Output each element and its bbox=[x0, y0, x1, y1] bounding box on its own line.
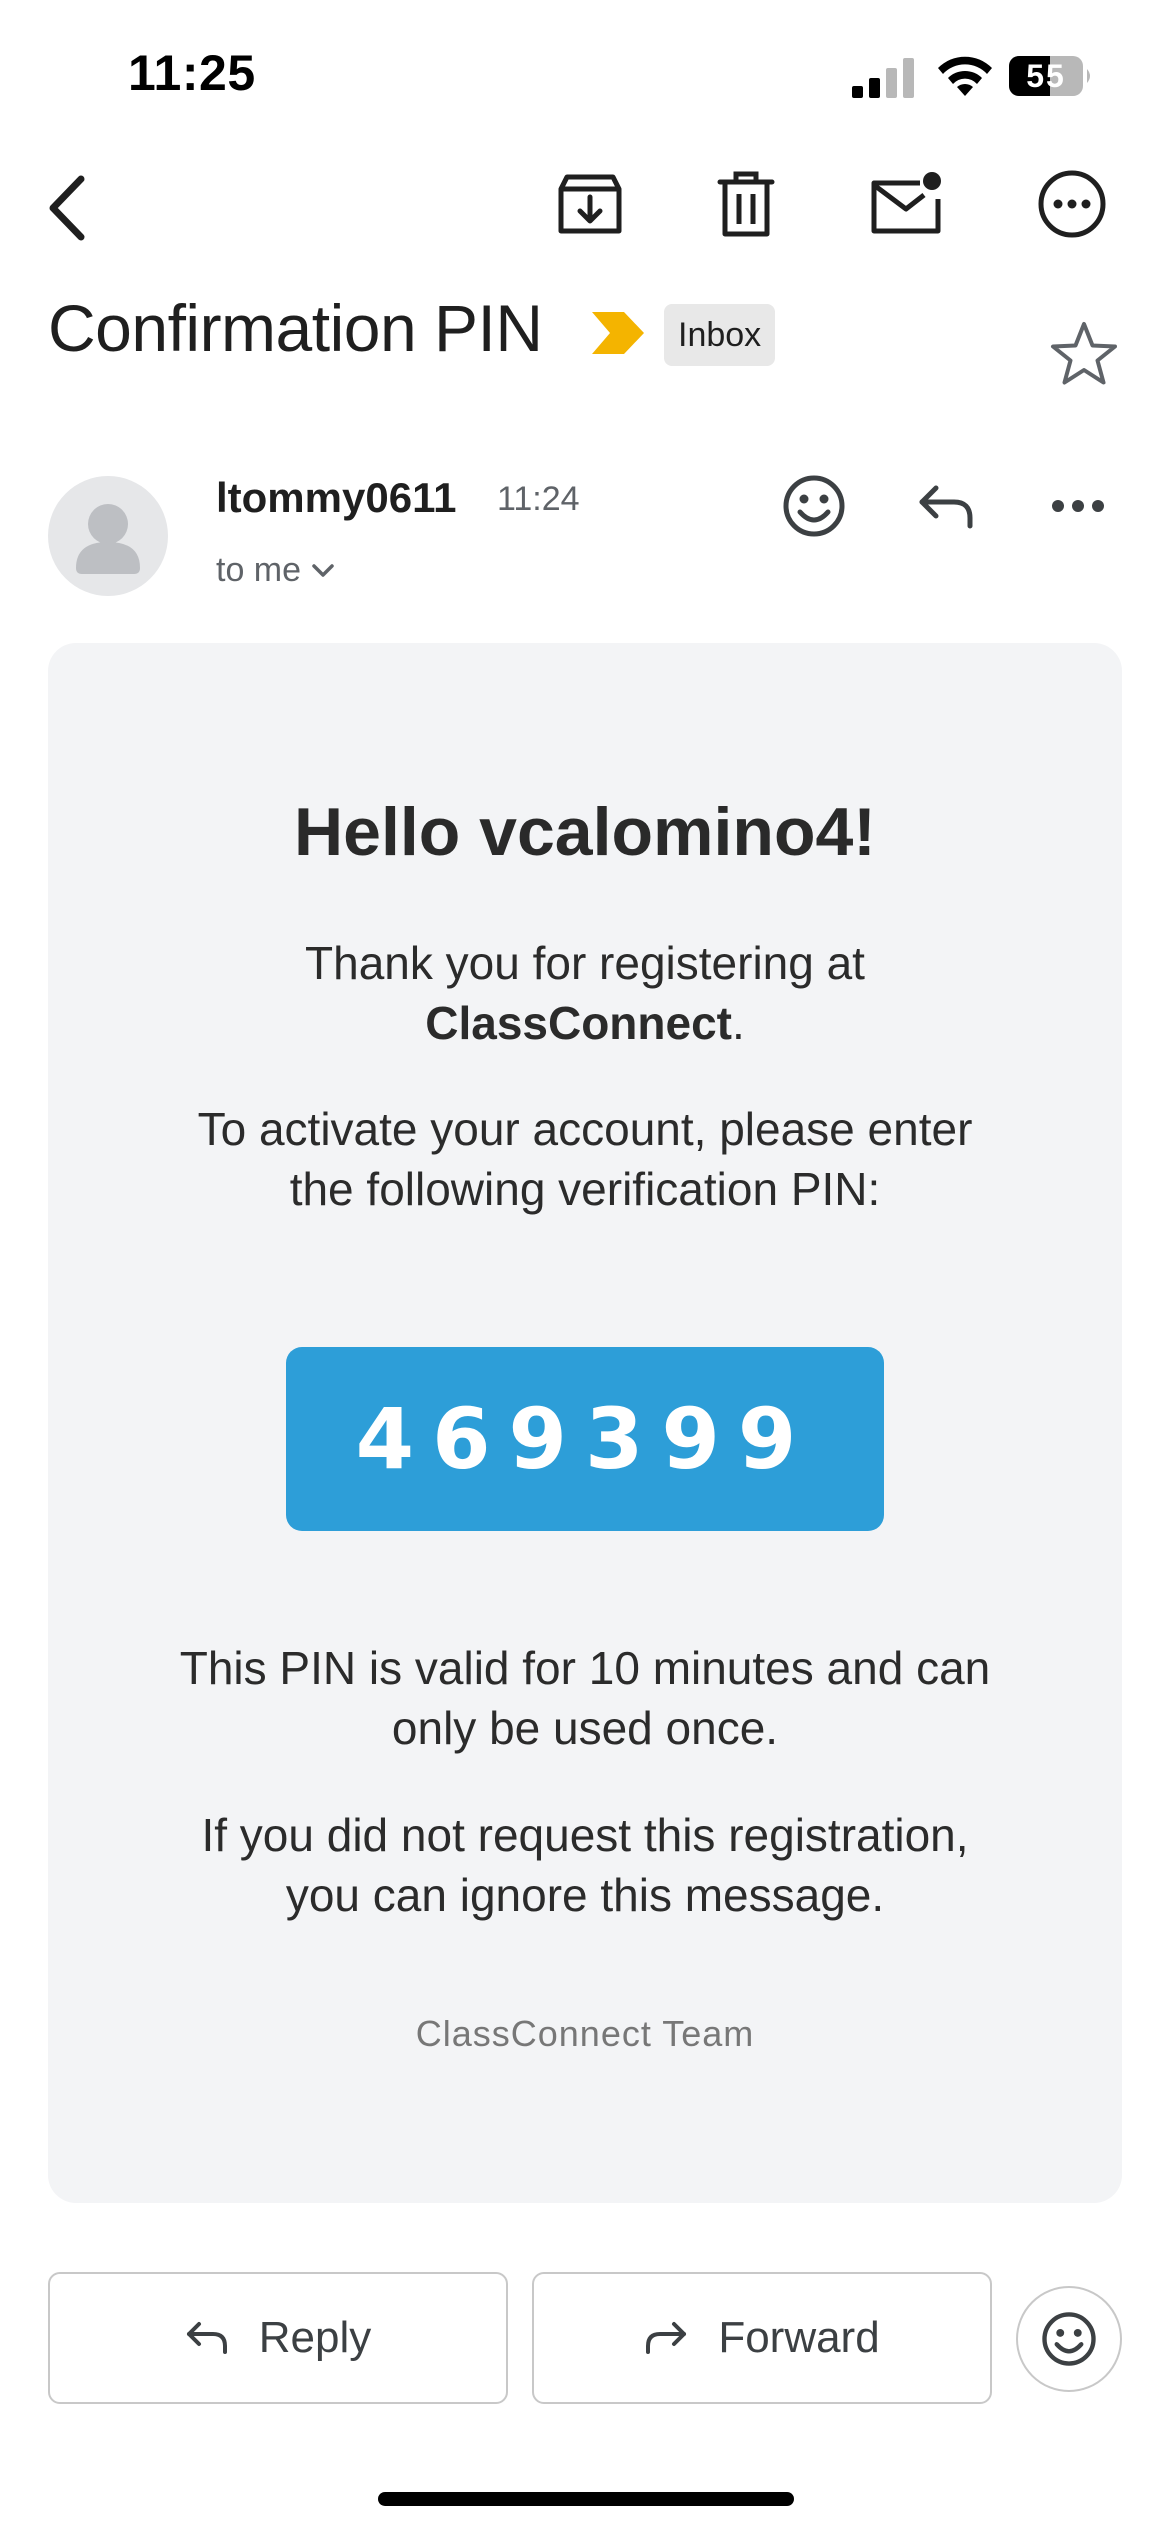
reply-icon bbox=[919, 485, 973, 529]
message-more-button[interactable] bbox=[1038, 466, 1118, 546]
brand-line: ClassConnect. bbox=[48, 993, 1122, 1053]
greeting-heading: Hello vcalomino4! bbox=[294, 794, 876, 870]
email-signature: ClassConnect Team bbox=[415, 2013, 755, 2054]
home-indicator[interactable] bbox=[378, 2492, 794, 2506]
ignore-line-2: you can ignore this message. bbox=[285, 1869, 885, 1921]
validity-line-1: This PIN is valid for 10 minutes and can bbox=[179, 1642, 991, 1694]
validity-paragraph: This PIN is valid for 10 minutes and can… bbox=[48, 1638, 1122, 1758]
verification-pin-box: 469399 bbox=[286, 1347, 884, 1531]
emoji-reaction-button[interactable] bbox=[1016, 2286, 1122, 2392]
back-arrow-icon bbox=[49, 175, 85, 241]
smiley-icon bbox=[1042, 2312, 1096, 2366]
archive-button[interactable] bbox=[550, 164, 630, 244]
star-icon[interactable] bbox=[1048, 318, 1120, 390]
reply-button[interactable]: Reply bbox=[48, 2272, 508, 2404]
forward-icon bbox=[646, 2322, 687, 2354]
recipient-details[interactable]: to me bbox=[216, 551, 335, 590]
sent-time: 11:24 bbox=[497, 480, 580, 518]
brand-name: ClassConnect bbox=[425, 997, 732, 1049]
sender-name[interactable]: ltommy0611 bbox=[216, 474, 456, 522]
thanks-paragraph: Thank you for registering at ClassConnec… bbox=[48, 933, 1122, 1053]
verification-pin: 469399 bbox=[355, 1390, 815, 1488]
more-options-button[interactable] bbox=[1032, 164, 1112, 244]
avatar-icon bbox=[76, 504, 140, 574]
reply-quick-button[interactable] bbox=[906, 466, 986, 546]
smiley-icon bbox=[783, 475, 845, 537]
email-body-card: Hello vcalomino4! Thank you for register… bbox=[48, 643, 1122, 2203]
forward-label: Forward bbox=[718, 2313, 880, 2362]
more-horizontal-icon bbox=[1052, 500, 1104, 512]
importance-icon[interactable] bbox=[590, 310, 646, 356]
mail-unread-icon bbox=[871, 172, 941, 234]
battery-icon: 55 bbox=[1008, 55, 1094, 97]
activate-line-1: To activate your account, please enter bbox=[197, 1103, 973, 1155]
recipient-label: to me bbox=[216, 551, 302, 589]
cellular-signal-icon bbox=[852, 58, 914, 98]
chevron-down-icon bbox=[312, 563, 334, 577]
ignore-paragraph: If you did not request this registration… bbox=[48, 1805, 1122, 1925]
inbox-label-chip[interactable]: Inbox bbox=[664, 304, 776, 366]
activate-paragraph: To activate your account, please enter t… bbox=[48, 1099, 1122, 1219]
trash-icon bbox=[717, 171, 775, 237]
react-emoji-button[interactable] bbox=[774, 466, 854, 546]
forward-button[interactable]: Forward bbox=[532, 2272, 992, 2404]
delete-button[interactable] bbox=[706, 164, 786, 244]
reply-icon bbox=[186, 2322, 227, 2354]
back-button[interactable] bbox=[28, 168, 108, 248]
sender-avatar[interactable] bbox=[48, 476, 168, 596]
brand-suffix: . bbox=[731, 997, 745, 1049]
more-circle-icon bbox=[1038, 170, 1106, 238]
validity-line-2: only be used once. bbox=[391, 1702, 779, 1754]
email-subject: Confirmation PIN bbox=[48, 291, 543, 365]
thanks-line: Thank you for registering at bbox=[305, 937, 865, 989]
status-time: 11:25 bbox=[128, 45, 256, 101]
archive-icon bbox=[558, 174, 622, 234]
reply-label: Reply bbox=[258, 2313, 372, 2362]
activate-line-2: the following verification PIN: bbox=[289, 1163, 881, 1215]
battery-level: 55 bbox=[1026, 57, 1066, 94]
wifi-icon bbox=[938, 56, 992, 96]
mark-unread-button[interactable] bbox=[866, 164, 946, 244]
ignore-line-1: If you did not request this registration… bbox=[201, 1809, 969, 1861]
